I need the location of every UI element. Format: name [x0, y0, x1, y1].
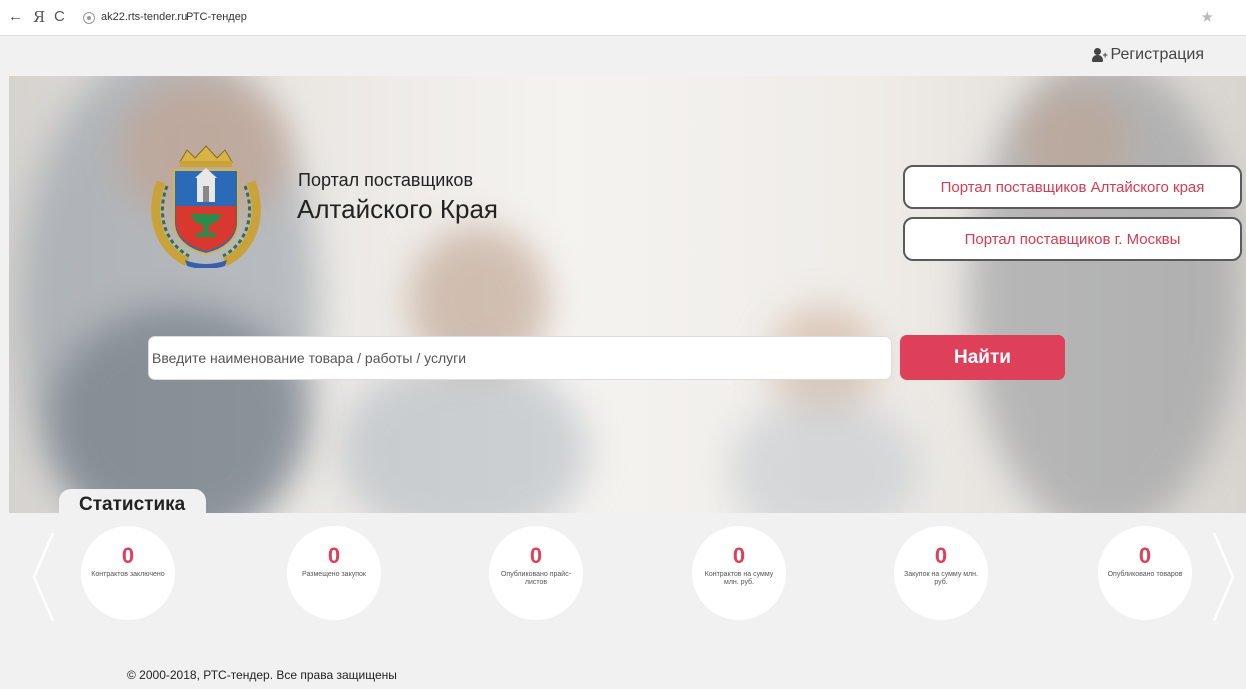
browser-toolbar: ← Я C ak22.rts-tender.ru РТС-тендер ★ [0, 0, 1246, 36]
page-left-edge [0, 76, 9, 546]
stat-products-published: 0 Опубликовано товаров [1098, 526, 1192, 620]
copyright-text: © 2000-2018, РТС-тендер. Все права защищ… [127, 668, 397, 682]
stat-value: 0 [327, 543, 341, 568]
search-button[interactable]: Найти [900, 335, 1065, 380]
stats-section: 0 Контрактов заключено 0 Размещено закуп… [9, 513, 1246, 641]
stat-purchases-placed: 0 Размещено закупок [287, 526, 381, 620]
stat-value: 0 [121, 543, 135, 568]
prev-arrow-icon[interactable] [31, 531, 55, 623]
portal-title-line2: Алтайского Края [297, 194, 498, 224]
moscow-portal-button[interactable]: Портал поставщиков г. Москвы [903, 217, 1242, 261]
stat-label: Опубликовано прайс-листов [500, 571, 572, 586]
hero-banner: Портал поставщиков Алтайского Края Порта… [9, 76, 1246, 513]
stat-label: Закупок на сумму млн. руб. [904, 571, 978, 586]
stat-label: Контрактов заключено [91, 571, 165, 578]
altai-portal-button[interactable]: Портал поставщиков Алтайского края [903, 165, 1242, 209]
stat-value: 0 [934, 543, 948, 568]
stat-label: Размещено закупок [302, 571, 366, 578]
page-title-tab: РТС-тендер [186, 11, 247, 23]
altai-coat-of-arms-icon [151, 145, 261, 268]
stat-contracts-concluded: 0 Контрактов заключено [81, 526, 175, 620]
reload-icon[interactable]: C [54, 9, 65, 25]
bookmark-star-icon[interactable]: ★ [1201, 8, 1214, 26]
stat-label: Опубликовано товаров [1107, 571, 1183, 578]
stat-label: Контрактов на сумму млн. руб. [704, 571, 774, 586]
stat-value: 0 [529, 543, 543, 568]
register-label: Регистрация [1110, 46, 1204, 63]
next-arrow-icon[interactable] [1212, 531, 1236, 623]
stat-contracts-amount: 0 Контрактов на сумму млн. руб. [692, 526, 786, 620]
site-top-bar: + Регистрация [0, 37, 1246, 76]
footer: © 2000-2018, РТС-тендер. Все права защищ… [0, 641, 1246, 689]
site-info-icon[interactable] [83, 12, 95, 24]
stat-price-lists-published: 0 Опубликовано прайс-листов [489, 526, 583, 620]
search-input[interactable] [148, 336, 892, 380]
back-arrow-icon[interactable]: ← [8, 9, 23, 25]
stat-purchases-amount: 0 Закупок на сумму млн. руб. [894, 526, 988, 620]
stat-value: 0 [1138, 543, 1152, 568]
yandex-icon[interactable]: Я [33, 9, 45, 25]
portal-title-line1: Портал поставщиков [298, 170, 474, 190]
user-add-icon: + [1092, 48, 1108, 62]
stats-title: Статистика [59, 489, 206, 513]
register-link[interactable]: + Регистрация [1092, 46, 1204, 64]
stat-value: 0 [732, 543, 746, 568]
url-domain[interactable]: ak22.rts-tender.ru [101, 11, 187, 23]
